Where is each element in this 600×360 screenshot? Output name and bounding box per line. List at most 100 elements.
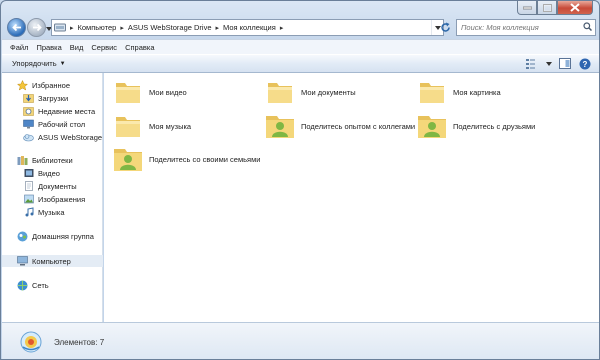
item-name: Моя картинка	[453, 87, 501, 97]
shared-folder-icon	[112, 144, 144, 174]
navigation-pane: Избранное Загрузки Недавние места Рабочи…	[2, 73, 103, 322]
libraries-icon	[17, 155, 28, 166]
nav-label: Изображения	[38, 194, 86, 204]
downloads-folder-icon	[23, 93, 34, 104]
view-dropdown-button[interactable]	[546, 57, 552, 70]
breadcrumb-separator[interactable]: ▸	[68, 24, 76, 32]
breadcrumb-label: Моя коллекция	[223, 23, 276, 32]
nav-videos[interactable]: Видео	[2, 167, 103, 179]
folder-icon	[264, 77, 296, 107]
nav-network[interactable]: Сеть	[2, 279, 103, 291]
shared-folder-item[interactable]: Поделитесь со своими семьями	[112, 144, 260, 174]
computer-icon	[17, 256, 28, 267]
organize-label: Упорядочить	[12, 59, 57, 68]
command-bar: Упорядочить ▼ ?	[2, 54, 599, 73]
forward-button[interactable]	[27, 18, 46, 37]
homegroup-icon	[17, 231, 28, 242]
preview-pane-icon	[559, 58, 571, 69]
folder-item[interactable]: Моя музыка	[112, 111, 191, 141]
nav-documents[interactable]: Документы	[2, 180, 103, 192]
nav-label: Избранное	[32, 80, 71, 90]
nav-label: Сеть	[32, 280, 49, 290]
search-input[interactable]	[461, 23, 579, 32]
view-options-icon	[526, 58, 535, 69]
item-name: Поделитесь с друзьями	[453, 121, 536, 131]
arrow-right-icon	[32, 23, 42, 32]
arrow-left-icon	[11, 23, 21, 32]
help-button[interactable]: ?	[578, 57, 592, 70]
nav-computer[interactable]: Компьютер	[2, 255, 103, 267]
maximize-button[interactable]	[537, 1, 557, 15]
nav-label: Загрузки	[38, 93, 69, 103]
nav-label: Рабочий стол	[38, 119, 86, 129]
pictures-library-icon	[23, 194, 34, 205]
folder-icon	[112, 77, 144, 107]
change-view-button[interactable]	[526, 57, 540, 70]
navigation-bar: ▸ Компьютер ▸ ASUS WebStorage Drive ▸ Моя …	[5, 17, 597, 39]
file-list: Мои видео Мои документы Моя картинка Моя…	[104, 73, 599, 322]
menu-help[interactable]: Справка	[121, 43, 158, 52]
back-button[interactable]	[7, 18, 26, 37]
nav-desktop[interactable]: Рабочий стол	[2, 118, 103, 130]
item-name: Мои документы	[301, 87, 356, 97]
nav-music[interactable]: Музыка	[2, 206, 103, 218]
recent-places-icon	[23, 106, 34, 117]
drive-icon	[52, 20, 68, 35]
folder-icon	[416, 77, 448, 107]
close-button[interactable]	[557, 1, 593, 15]
nav-favorites[interactable]: Избранное	[2, 79, 103, 91]
breadcrumb-label: ASUS WebStorage Drive	[127, 23, 212, 32]
desktop-icon	[23, 119, 34, 130]
documents-library-icon	[23, 181, 34, 192]
star-icon	[17, 79, 28, 91]
menu-view[interactable]: Вид	[66, 43, 88, 52]
breadcrumb-label: Компьютер	[77, 23, 117, 32]
nav-asus-webstorage[interactable]: ASUS WebStorage Drive	[2, 131, 103, 143]
nav-pictures[interactable]: Изображения	[2, 193, 103, 205]
nav-label: Видео	[38, 168, 60, 178]
organize-button[interactable]: Упорядочить ▼	[12, 59, 66, 68]
breadcrumb-webstorage[interactable]: ASUS WebStorage Drive ▸	[126, 23, 221, 32]
maximize-icon	[542, 3, 552, 12]
nav-label: Недавние места	[38, 106, 96, 116]
nav-label: Документы	[38, 181, 77, 191]
item-name: Мои видео	[149, 87, 187, 97]
nav-label: ASUS WebStorage Drive	[38, 132, 103, 142]
search-icon[interactable]	[583, 22, 593, 33]
shared-folder-icon	[416, 111, 448, 141]
chevron-down-icon: ▼	[59, 60, 66, 67]
music-library-icon	[23, 207, 34, 218]
address-bar[interactable]: ▸ Компьютер ▸ ASUS WebStorage Drive ▸ Моя …	[51, 19, 444, 36]
item-count: Элементов: 7	[54, 337, 105, 347]
shared-folder-item[interactable]: Поделитесь с друзьями	[416, 111, 535, 141]
nav-recent-places[interactable]: Недавние места	[2, 105, 103, 117]
menu-file[interactable]: Файл	[6, 43, 32, 52]
menu-edit[interactable]: Правка	[32, 43, 65, 52]
nav-homegroup[interactable]: Домашняя группа	[2, 230, 103, 242]
webstorage-logo-icon	[20, 331, 42, 353]
shared-folder-item[interactable]: Поделитесь опытом с коллегами	[264, 111, 415, 141]
refresh-icon	[440, 22, 450, 32]
folder-item[interactable]: Мои видео	[112, 77, 187, 107]
item-name: Поделитесь опытом с коллегами	[301, 121, 416, 131]
nav-downloads[interactable]: Загрузки	[2, 92, 103, 104]
refresh-button[interactable]	[436, 20, 454, 35]
search-box[interactable]	[456, 19, 596, 36]
chevron-down-icon	[546, 61, 552, 66]
folder-item[interactable]: Моя картинка	[416, 77, 501, 107]
nav-libraries[interactable]: Библиотеки	[2, 154, 103, 166]
close-icon	[570, 3, 580, 12]
folder-item[interactable]: Мои документы	[264, 77, 356, 107]
folder-icon	[112, 111, 144, 141]
breadcrumb-computer[interactable]: Компьютер ▸	[76, 23, 126, 32]
nav-label: Музыка	[38, 207, 65, 217]
preview-pane-button[interactable]	[558, 57, 572, 70]
menu-tools[interactable]: Сервис	[87, 43, 121, 52]
breadcrumb-collection[interactable]: Моя коллекция ▸	[221, 23, 285, 32]
nav-label: Компьютер	[32, 256, 71, 266]
nav-label: Домашняя группа	[32, 231, 94, 241]
menu-bar: Файл Правка Вид Сервис Справка	[2, 39, 599, 54]
window-controls	[517, 1, 593, 15]
network-icon	[17, 280, 28, 291]
minimize-button[interactable]	[517, 1, 537, 15]
